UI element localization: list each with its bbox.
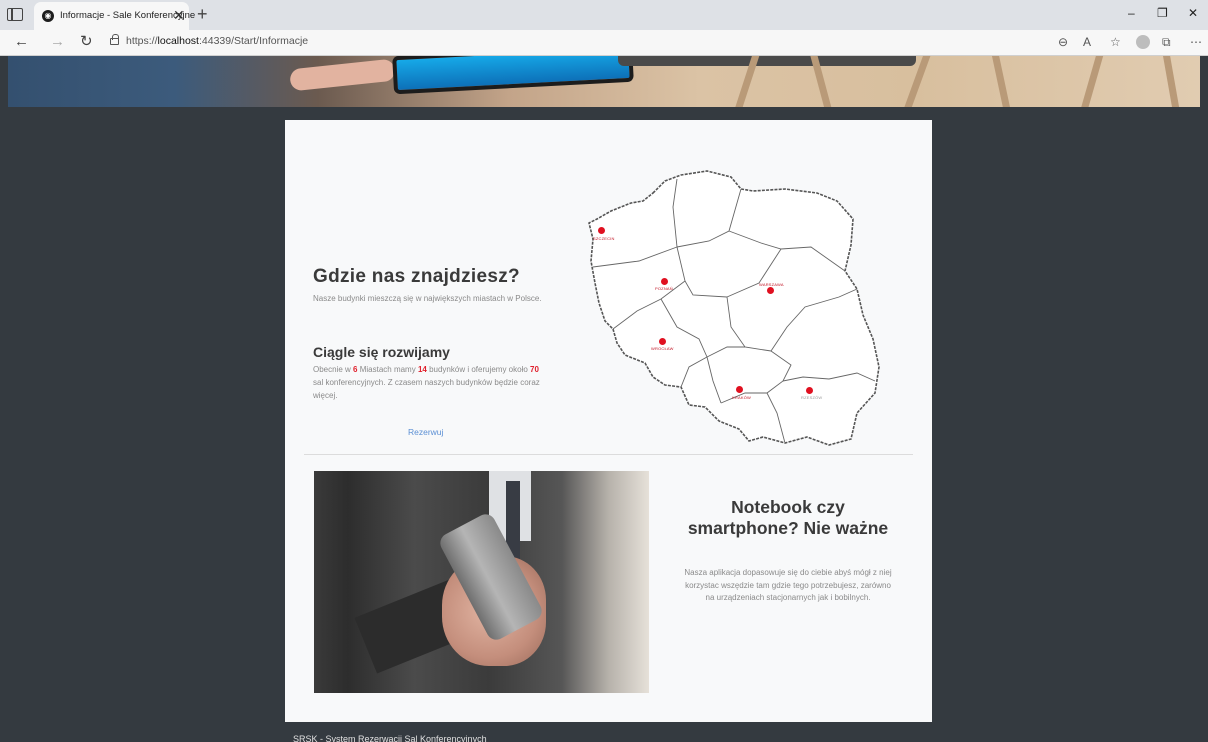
reserve-link[interactable]: Rezerwuj [408,427,443,437]
devices-description: Nasza aplikacja dopasowuje się do ciebie… [684,568,892,602]
favorites-icon[interactable]: ☆ [1110,35,1121,49]
city-marker-rzeszow[interactable] [806,387,813,394]
city-label-szczecin: SZCZECIN [593,236,615,241]
browser-tab-bar: ◉ Informacje - Sale Konferencyjne ✕ + – … [0,0,1208,30]
city-marker-wroclaw[interactable] [659,338,666,345]
restore-button[interactable]: ❐ [1157,6,1168,20]
smartphone-photo [314,471,649,693]
forward-arrow-icon[interactable]: → [50,34,65,50]
new-tab-button[interactable]: + [197,4,208,24]
browser-tab[interactable]: ◉ Informacje - Sale Konferencyjne ✕ [34,2,195,30]
minimize-button[interactable]: – [1128,6,1135,20]
close-tab-icon[interactable]: ✕ [173,7,185,23]
city-marker-warszawa[interactable] [767,287,774,294]
more-icon[interactable]: ⋯ [1190,35,1202,49]
zoom-icon[interactable]: ⊖ [1058,35,1068,49]
hero-image [8,56,1200,107]
growth-description: Obecnie w 6 Miastach mamy 14 budynków i … [313,365,540,400]
city-label-krakow: KRAKÓW [732,395,751,400]
city-label-poznan: POZNAŃ [655,286,673,291]
city-marker-krakow[interactable] [736,386,743,393]
close-window-button[interactable]: ✕ [1188,6,1198,20]
section-divider [304,454,913,455]
map-outline [588,170,880,446]
rooms-count: 70 [530,365,539,374]
tab-actions-icon[interactable] [7,8,23,21]
devices-heading: Notebook czy smartphone? Nie ważne [687,497,889,538]
buildings-count: 14 [417,365,427,374]
collections-icon[interactable]: ⧉ [1162,35,1171,49]
footer-text: SRSK - System Rezerwacji Sal Konferencyj… [293,734,487,742]
city-label-wroclaw: WROCŁAW [651,346,674,351]
city-label-warszawa: WARSZAWA [759,282,784,287]
poland-map: SZCZECIN POZNAŃ WARSZAWA WROCŁAW KRAKÓW … [581,167,884,449]
growth-heading: Ciągle się rozwijamy [313,344,450,360]
city-marker-szczecin[interactable] [598,227,605,234]
city-marker-poznan[interactable] [661,278,668,285]
refresh-icon[interactable]: ↻ [80,34,93,50]
city-label-rzeszow: RZESZÓW [801,395,823,400]
locations-description: Nasze budynki mieszczą się w największyc… [313,294,542,303]
lock-icon[interactable] [110,34,119,45]
address-bar: ← → ↻ https://localhost:44339/Start/Info… [0,30,1208,56]
back-arrow-icon[interactable]: ← [14,34,29,50]
info-card: Gdzie nas znajdziesz? Nasze budynki mies… [285,120,932,722]
locations-heading: Gdzie nas znajdziesz? [313,266,520,287]
favicon-icon: ◉ [42,10,54,22]
read-aloud-icon[interactable]: A [1083,35,1091,49]
url-field[interactable]: https://localhost:44339/Start/Informacje [126,35,308,47]
